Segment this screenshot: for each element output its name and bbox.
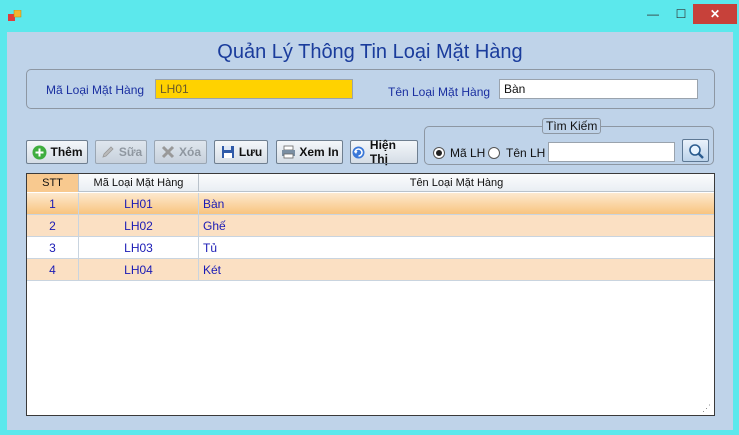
data-grid[interactable]: STT Mã Loại Mặt Hàng Tên Loại Mặt Hàng 1… — [26, 173, 715, 416]
magnifier-icon — [688, 143, 705, 165]
search-by-ma-radio[interactable] — [433, 147, 445, 159]
minimize-button[interactable]: — — [640, 6, 666, 24]
ma-loai-input[interactable]: LH01 — [155, 79, 353, 99]
cell-stt: 1 — [27, 193, 79, 215]
page-title: Quản Lý Thông Tin Loại Mặt Hàng — [217, 41, 523, 63]
grid-header: STT Mã Loại Mặt Hàng Tên Loại Mặt Hàng — [27, 174, 714, 192]
delete-button[interactable]: Xóa — [154, 140, 207, 164]
title-bar: — ☐ ✕ — [0, 0, 739, 30]
edit-button[interactable]: Sữa — [95, 140, 147, 164]
refresh-icon — [351, 144, 367, 160]
resize-grip-icon[interactable]: ⋰ — [702, 403, 712, 413]
print-preview-button[interactable]: Xem In — [276, 140, 343, 164]
pencil-icon — [100, 144, 116, 160]
cell-stt: 3 — [27, 237, 79, 259]
save-icon — [220, 144, 236, 160]
search-by-ma-label: Mã LH — [450, 146, 486, 160]
table-row[interactable]: 3 LH03 Tủ — [27, 237, 714, 259]
show-button-label: Hiện Thị — [369, 138, 396, 166]
table-row[interactable]: 1 LH01 Bàn — [27, 193, 714, 215]
cell-ten: Tủ — [203, 241, 218, 255]
form-client-area: Quản Lý Thông Tin Loại Mặt Hàng Mã Loại … — [7, 32, 733, 430]
save-button-label: Lưu — [238, 145, 263, 159]
print-preview-label: Xem In — [299, 145, 339, 159]
table-row[interactable]: 4 LH04 Két — [27, 259, 714, 281]
info-groupbox: Mã Loại Mặt Hàng LH01 Tên Loại Mặt Hàng … — [26, 69, 715, 109]
cell-ten: Két — [203, 263, 222, 277]
add-button[interactable]: Thêm — [26, 140, 88, 164]
app-window: — ☐ ✕ Quản Lý Thông Tin Loại Mặt Hàng Mã… — [0, 0, 739, 435]
column-header-stt[interactable]: STT — [27, 174, 79, 192]
search-input[interactable] — [548, 142, 675, 162]
cell-ma: LH01 — [79, 193, 199, 215]
delete-button-label: Xóa — [178, 145, 201, 159]
search-legend: Tìm Kiếm — [542, 118, 602, 134]
save-button[interactable]: Lưu — [214, 140, 268, 164]
search-by-ten-label: Tên LH — [506, 146, 546, 160]
cell-stt: 2 — [27, 215, 79, 237]
add-button-label: Thêm — [50, 145, 83, 159]
plus-icon — [31, 144, 47, 160]
column-header-ma[interactable]: Mã Loại Mặt Hàng — [79, 174, 199, 192]
ten-loai-label: Tên Loại Mặt Hàng — [388, 85, 491, 99]
ten-loai-input[interactable]: Bàn — [499, 79, 698, 99]
table-row[interactable]: 2 LH02 Ghế — [27, 215, 714, 237]
show-button[interactable]: Hiện Thị — [350, 138, 418, 166]
close-button[interactable]: ✕ — [693, 4, 737, 24]
cell-ma: LH03 — [79, 237, 199, 259]
search-groupbox: Tìm Kiếm Mã LH Tên LH — [424, 118, 714, 165]
app-icon — [8, 10, 22, 21]
cell-ten: Ghế — [203, 219, 226, 233]
maximize-button[interactable]: ☐ — [668, 6, 694, 24]
search-by-ten-radio[interactable] — [488, 147, 500, 159]
cell-ma: LH04 — [79, 259, 199, 281]
edit-button-label: Sữa — [118, 145, 143, 159]
cell-ten: Bàn — [203, 197, 225, 211]
ma-loai-label: Mã Loại Mặt Hàng — [46, 83, 145, 97]
column-header-ten[interactable]: Tên Loại Mặt Hàng — [199, 174, 714, 192]
printer-icon — [280, 144, 296, 160]
x-icon — [160, 144, 176, 160]
cell-ma: LH02 — [79, 215, 199, 237]
search-button[interactable] — [682, 139, 709, 162]
cell-stt: 4 — [27, 259, 79, 281]
